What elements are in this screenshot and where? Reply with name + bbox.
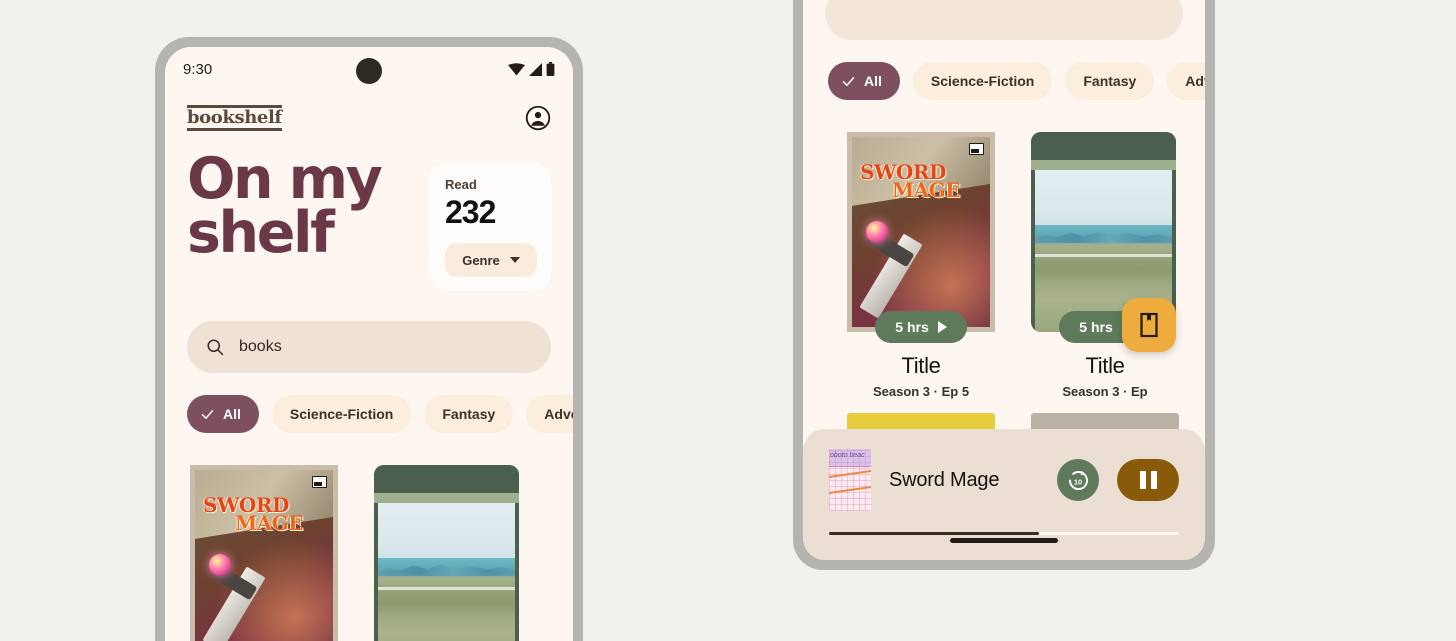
sword-mage-cover: SWORD MAGE xyxy=(190,465,338,641)
book-card[interactable] xyxy=(374,465,522,641)
genre-filter-chips[interactable]: All Science-Fiction Fantasy Adventure xyxy=(165,373,573,433)
status-time: 9:30 xyxy=(183,60,213,78)
playback-progress-bar[interactable] xyxy=(829,532,1179,535)
mini-player-bar: oboto beac Sword Mage 10 xyxy=(803,429,1205,560)
duration-label: 5 hrs xyxy=(1079,319,1113,335)
account-circle-icon[interactable] xyxy=(525,105,551,131)
pause-icon xyxy=(1139,471,1146,489)
phone-screen: 9:30 bookshelf On my shelf Read 232 Genr… xyxy=(165,47,573,641)
search-icon xyxy=(207,339,224,356)
read-stat-card: Read 232 Genre xyxy=(429,163,551,291)
tablet-search-input[interactable] xyxy=(825,0,1183,40)
duration-play-pill[interactable]: 5 hrs xyxy=(875,311,967,343)
status-bar: 9:30 xyxy=(165,47,573,91)
hero-section: On my shelf Read 232 Genre xyxy=(165,135,573,291)
check-icon xyxy=(842,76,855,86)
chevron-down-icon xyxy=(509,257,520,263)
battery-icon xyxy=(546,62,555,76)
thumb-divider xyxy=(829,466,871,467)
thumb-curve-1 xyxy=(829,469,871,479)
tablet-chip-all[interactable]: All xyxy=(828,62,900,100)
cover-band-top xyxy=(1031,132,1176,160)
tablet-chip-all-label: All xyxy=(864,73,882,89)
pause-button[interactable] xyxy=(1117,459,1179,501)
chip-all[interactable]: All xyxy=(187,395,259,433)
app-logo[interactable]: bookshelf xyxy=(187,105,282,131)
page-title-line-2: shelf xyxy=(187,199,335,266)
horizon-strip-shape xyxy=(378,587,515,591)
forward-10-icon: 10 xyxy=(1068,470,1088,490)
bookmark-fab-button[interactable] xyxy=(1122,298,1176,352)
svg-text:10: 10 xyxy=(1074,478,1082,487)
cover-band-top xyxy=(374,465,519,493)
cover-photo xyxy=(378,503,515,641)
book-title: Title xyxy=(1085,353,1125,378)
tablet-book-grid: SWORD MAGE 5 hrs Title Season 3 · Ep 5 5… xyxy=(803,100,1205,399)
bookmark-book-icon xyxy=(1140,312,1158,338)
read-label: Read xyxy=(445,177,477,192)
tablet-chip-fantasy[interactable]: Fantasy xyxy=(1065,62,1155,100)
playback-progress-fill xyxy=(829,532,1039,535)
tablet-device-frame: All Science-Fiction Fantasy Adventure SW… xyxy=(793,0,1215,570)
chip-fantasy[interactable]: Fantasy xyxy=(424,395,514,433)
cover-art: SWORD MAGE xyxy=(195,470,333,641)
pause-icon-bar-2 xyxy=(1150,471,1157,489)
read-count: 232 xyxy=(445,194,496,230)
cover-band-mid xyxy=(1031,160,1176,170)
book-subtitle: Season 3 · Ep xyxy=(1062,384,1148,399)
home-indicator xyxy=(950,538,1058,543)
play-icon xyxy=(937,321,947,333)
book-title: Title xyxy=(901,353,941,378)
horizon-strip-shape xyxy=(1035,254,1172,258)
status-icons xyxy=(508,62,555,76)
mountain-ridge-shape xyxy=(378,564,515,576)
search-input[interactable]: books xyxy=(187,321,551,373)
duration-label: 5 hrs xyxy=(895,319,929,335)
cover-title-line-2: MAGE xyxy=(892,178,960,203)
search-input-value: books xyxy=(239,338,282,355)
check-icon xyxy=(201,409,214,419)
mountain-ridge-shape xyxy=(1035,231,1172,243)
tablet-chip-science-fiction[interactable]: Science-Fiction xyxy=(912,62,1053,100)
camera-punch-hole xyxy=(356,58,382,84)
forward-10-button[interactable]: 10 xyxy=(1057,459,1099,501)
cover-band-mid xyxy=(374,493,519,503)
magic-orb-shape xyxy=(209,554,231,576)
genre-dropdown-button[interactable]: Genre xyxy=(445,243,537,277)
now-playing-title: Sword Mage xyxy=(889,468,1000,491)
cover-title-text: SWORD MAGE xyxy=(203,495,303,536)
page-title: On my shelf xyxy=(187,146,383,266)
book-grid: SWORD MAGE xyxy=(165,433,573,641)
mini-player-row: oboto beac Sword Mage 10 xyxy=(829,449,1179,511)
cover-art: SWORD MAGE xyxy=(852,137,990,327)
thumb-label: oboto beac xyxy=(830,452,865,459)
book-subtitle: Season 3 · Ep 5 xyxy=(872,384,970,399)
app-bar: bookshelf xyxy=(165,91,573,135)
sword-mage-cover: SWORD MAGE xyxy=(847,132,995,332)
book-format-icon xyxy=(312,476,327,488)
signal-icon xyxy=(529,62,542,76)
book-format-icon xyxy=(969,143,984,155)
tablet-chip-adventure[interactable]: Adventure xyxy=(1167,62,1205,100)
page-title-line-1: On my xyxy=(187,146,383,212)
book-card[interactable]: SWORD MAGE xyxy=(190,465,338,641)
tablet-screen: All Science-Fiction Fantasy Adventure SW… xyxy=(803,0,1205,560)
landscape-cover xyxy=(374,465,519,641)
cover-title-line-2: MAGE xyxy=(235,511,303,536)
now-playing-thumbnail: oboto beac xyxy=(829,449,871,511)
phone-device-frame: 9:30 bookshelf On my shelf Read 232 Genr… xyxy=(155,37,583,641)
screenshot-stage: 9:30 bookshelf On my shelf Read 232 Genr… xyxy=(0,0,1456,641)
book-card[interactable]: SWORD MAGE 5 hrs Title Season 3 · Ep 5 xyxy=(847,132,995,399)
chip-science-fiction[interactable]: Science-Fiction xyxy=(271,395,412,433)
magic-orb-shape xyxy=(866,221,888,243)
book-card[interactable]: 5 hrs Title Season 3 · Ep xyxy=(1031,132,1179,399)
thumb-curve-2 xyxy=(829,485,871,495)
chip-all-label: All xyxy=(223,406,241,422)
cover-title-text: SWORD MAGE xyxy=(860,162,960,203)
chip-adventure[interactable]: Adventure xyxy=(526,395,573,433)
wifi-icon xyxy=(508,62,525,75)
tablet-genre-filter-chips[interactable]: All Science-Fiction Fantasy Adventure xyxy=(803,40,1205,100)
genre-dropdown-label: Genre xyxy=(462,252,500,268)
